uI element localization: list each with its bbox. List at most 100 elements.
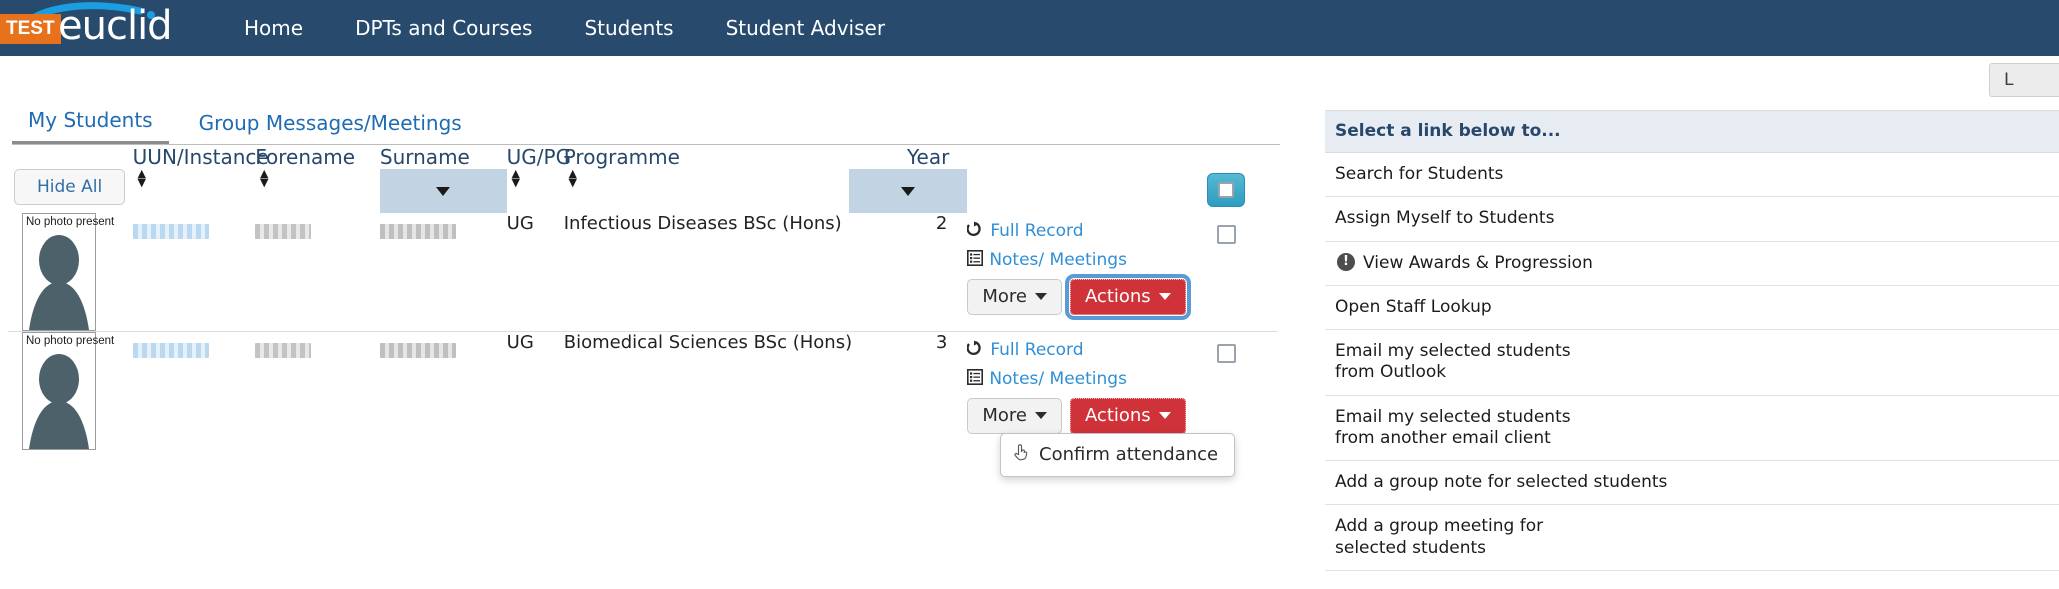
notes-meetings-link[interactable]: Notes/ Meetings [989, 368, 1127, 390]
quick-link-email-other-client[interactable]: Email my selected students from another … [1325, 396, 2059, 462]
student-photo-cell: No photo present [8, 213, 133, 332]
top-navbar: TEST euclid Home DPTs and Courses Studen… [0, 0, 2059, 56]
no-photo-label: No photo present [23, 333, 95, 349]
person-silhouette-icon [23, 230, 95, 330]
redacted-forename [255, 343, 311, 358]
quick-link-label: Search for Students [1335, 164, 1503, 185]
more-button[interactable]: More [967, 398, 1062, 434]
col-header-surname: Surname [380, 145, 507, 169]
external-link-icon [967, 340, 984, 361]
hand-pointer-icon [1013, 443, 1030, 466]
sort-arrows-icon[interactable]: ▲▼ [564, 169, 582, 187]
col-header-select [1174, 145, 1278, 169]
actions-button-label: Actions [1085, 405, 1151, 426]
filter-cell-surname [380, 169, 507, 213]
quick-link-label: View Awards & Progression [1363, 253, 1593, 274]
tab-group-messages-meetings[interactable]: Group Messages/Meetings [183, 111, 478, 144]
sort-cell-ugpg: ▲▼ [507, 169, 564, 213]
col-header-actions [967, 145, 1174, 169]
sub-header-strip: L [0, 56, 2059, 102]
full-record-link[interactable]: Full Record [990, 339, 1083, 361]
filter-caret-icon[interactable] [849, 169, 967, 213]
quick-link-add-group-note[interactable]: Add a group note for selected students [1325, 461, 2059, 505]
student-ugpg: UG [507, 213, 564, 332]
col-header-uun: UUN/Instance [133, 145, 256, 169]
quick-links-panel: Select a link below to... Search for Stu… [1325, 110, 2059, 571]
main-nav: Home DPTs and Courses Students Student A… [218, 10, 911, 46]
actions-button[interactable]: Actions [1070, 279, 1186, 315]
student-surname-cell [380, 332, 507, 451]
more-button[interactable]: More [967, 279, 1062, 315]
table-row: No photo present UG Infectious Diseases … [8, 213, 1278, 332]
sort-cell-forename: ▲▼ [255, 169, 380, 213]
notes-meetings-link[interactable]: Notes/ Meetings [989, 249, 1127, 271]
redacted-forename [255, 224, 311, 239]
quick-link-search-for-students[interactable]: Search for Students [1325, 153, 2059, 197]
chevron-down-icon [1035, 412, 1047, 419]
actions-dropdown-menu: Confirm attendance [1000, 433, 1235, 477]
student-ugpg: UG [507, 332, 564, 451]
nav-item-student-adviser[interactable]: Student Adviser [700, 10, 911, 46]
chevron-down-icon [1159, 412, 1171, 419]
full-record-link-row[interactable]: Full Record [967, 332, 1174, 361]
control-cell-actions [967, 169, 1174, 213]
sort-arrows-icon[interactable]: ▲▼ [507, 169, 525, 187]
col-header-programme: Programme [564, 145, 849, 169]
logo-test-badge: TEST [0, 14, 61, 44]
brand-logo[interactable]: TEST euclid [0, 0, 160, 56]
filter-caret-icon[interactable] [380, 169, 507, 213]
row-checkbox[interactable] [1217, 225, 1236, 244]
sort-arrows-icon[interactable]: ▲▼ [255, 169, 273, 187]
alert-icon: ! [1337, 253, 1355, 271]
redacted-surname [380, 224, 456, 239]
student-forename-cell [255, 332, 380, 451]
quick-link-label: Add a group note for selected students [1335, 472, 1667, 493]
row-checkbox[interactable] [1217, 344, 1236, 363]
redacted-uun [133, 224, 209, 239]
sort-cell-uun: ▲▼ [133, 169, 256, 213]
notes-list-icon [967, 250, 983, 270]
student-year: 2 [849, 213, 967, 332]
nav-item-dpts-and-courses[interactable]: DPTs and Courses [329, 10, 558, 46]
quick-link-view-awards-progression[interactable]: ! View Awards & Progression [1325, 242, 2059, 286]
no-photo-label: No photo present [23, 214, 95, 230]
nav-item-home[interactable]: Home [218, 10, 329, 46]
sort-cell-programme: ▲▼ [564, 169, 849, 213]
row-button-group: More Actions [967, 279, 1174, 315]
table-control-row: Hide All ▲▼ ▲▼ ▲▼ ▲▼ [8, 169, 1278, 213]
quick-links-heading: Select a link below to... [1325, 111, 2059, 153]
filter-cell-year [849, 169, 967, 213]
quick-link-open-staff-lookup[interactable]: Open Staff Lookup [1325, 286, 2059, 330]
quick-link-label: Open Staff Lookup [1335, 297, 1492, 318]
table-header-row: UUN/Instance Forename Surname UG/PG Prog… [8, 145, 1278, 169]
select-all-checkbox-icon[interactable] [1207, 173, 1245, 207]
notes-list-icon [967, 369, 983, 389]
more-button-label: More [982, 405, 1027, 426]
quick-link-label: Add a group meeting for selected student… [1335, 516, 1575, 559]
menu-item-confirm-attendance[interactable]: Confirm attendance [1001, 439, 1234, 471]
full-record-link[interactable]: Full Record [990, 220, 1083, 242]
notes-meetings-link-row[interactable]: Notes/ Meetings [967, 361, 1174, 390]
redacted-surname [380, 343, 456, 358]
tab-my-students[interactable]: My Students [12, 108, 169, 144]
col-header-forename: Forename [255, 145, 380, 169]
actions-button[interactable]: Actions [1070, 398, 1186, 434]
person-silhouette-icon [23, 349, 95, 449]
col-header-photo [8, 145, 133, 169]
quick-link-add-group-meeting[interactable]: Add a group meeting for selected student… [1325, 505, 2059, 571]
notes-meetings-link-row[interactable]: Notes/ Meetings [967, 242, 1174, 271]
avatar: No photo present [22, 332, 96, 450]
partial-offscreen-button[interactable]: L [1989, 63, 2059, 97]
quick-link-assign-myself-to-students[interactable]: Assign Myself to Students [1325, 197, 2059, 241]
nav-item-students[interactable]: Students [558, 10, 699, 46]
full-record-link-row[interactable]: Full Record [967, 213, 1174, 242]
student-year: 3 [849, 332, 967, 451]
hide-all-button[interactable]: Hide All [14, 169, 125, 205]
student-uun-cell [133, 332, 256, 451]
quick-link-email-outlook[interactable]: Email my selected students from Outlook [1325, 330, 2059, 396]
actions-button-label: Actions [1085, 286, 1151, 307]
sort-arrows-icon[interactable]: ▲▼ [133, 169, 151, 187]
student-surname-cell [380, 213, 507, 332]
tab-bar: My Students Group Messages/Meetings [0, 102, 1290, 144]
redacted-uun [133, 343, 209, 358]
